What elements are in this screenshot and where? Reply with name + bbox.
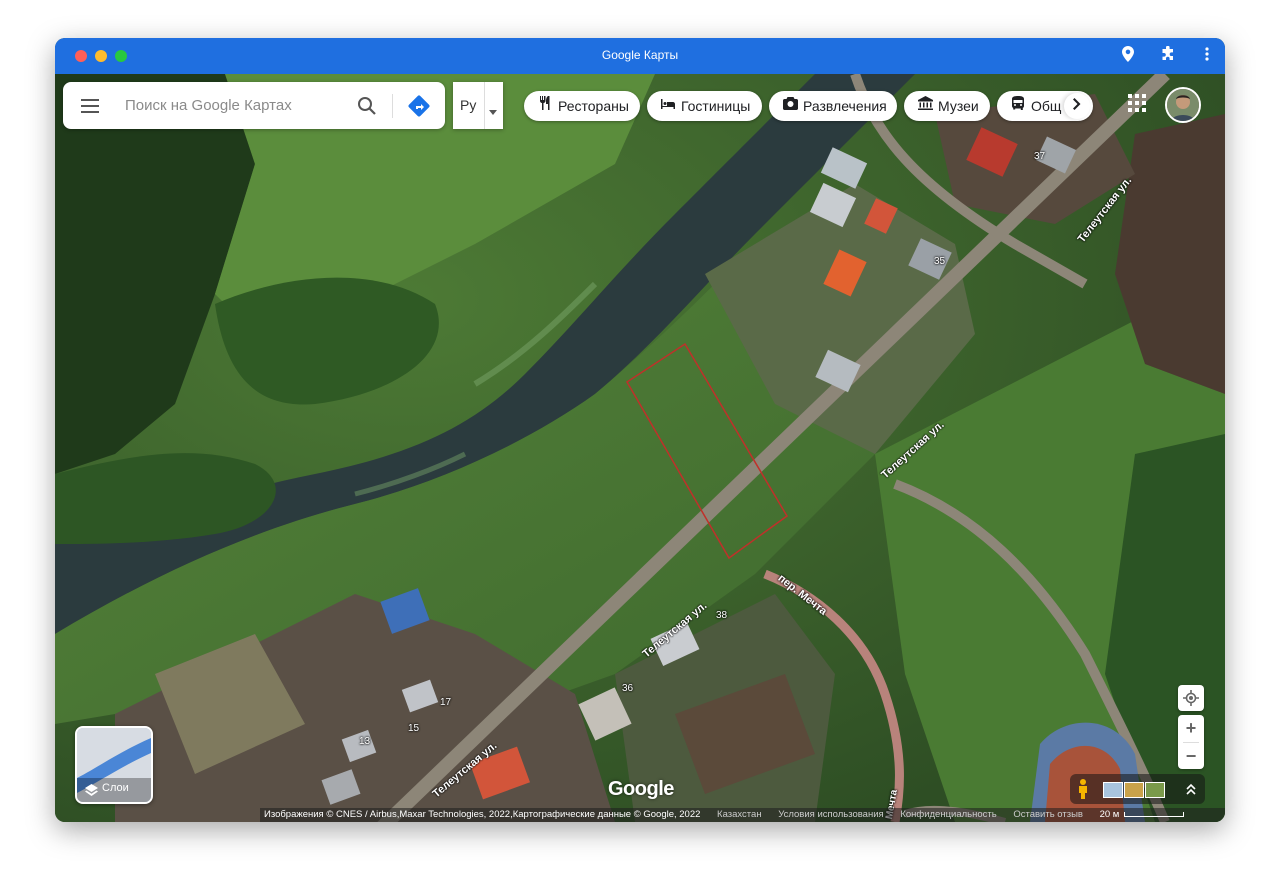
museum-icon [916, 91, 934, 121]
transit-icon [1009, 91, 1027, 121]
scale-label[interactable]: 20 м [1100, 809, 1120, 820]
map-pin-icon[interactable] [1118, 46, 1138, 66]
search-box[interactable]: Поиск на Google Картах [63, 82, 445, 129]
chip-hotels[interactable]: Гостиницы [647, 91, 762, 121]
chip-label: Общ [1031, 98, 1062, 114]
camera-icon [781, 91, 799, 121]
feedback-link[interactable]: Оставить отзыв [1013, 809, 1083, 820]
satellite-map[interactable]: Телеутская ул. Телеутская ул. Телеутская… [55, 74, 1225, 822]
my-location-button[interactable] [1178, 685, 1204, 711]
zoom-in-button[interactable]: + [1178, 715, 1204, 742]
expand-up-icon[interactable] [1186, 782, 1196, 801]
language-selector[interactable]: Ру [453, 82, 503, 129]
chip-entertainment[interactable]: Развлечения [769, 91, 897, 121]
fork-knife-icon [536, 91, 554, 121]
kebab-menu-icon[interactable] [1197, 46, 1217, 66]
house-number: 15 [408, 723, 420, 734]
crosshair-icon [1183, 690, 1199, 706]
layers-label: Слои [102, 782, 129, 794]
browser-window: Google Карты Телеутская ул. Телеутская у… [55, 38, 1225, 822]
bed-icon [659, 91, 677, 121]
chip-label: Гостиницы [681, 98, 751, 114]
directions-icon[interactable] [407, 94, 431, 118]
house-number: 36 [622, 683, 634, 694]
chips-next-button[interactable] [1064, 93, 1090, 119]
zoom-out-button[interactable]: − [1178, 743, 1204, 769]
attribution-bar: Изображения © CNES / Airbus,Maxar Techno… [260, 808, 1225, 822]
caret-down-icon[interactable] [489, 102, 497, 120]
imagery-attribution: Изображения © CNES / Airbus,Maxar Techno… [264, 809, 701, 820]
title-bar: Google Карты [55, 38, 1225, 74]
language-label: Ру [460, 97, 477, 113]
chip-label: Развлечения [803, 98, 887, 114]
chip-label: Музеи [938, 98, 979, 114]
apps-grid-icon[interactable] [1128, 94, 1148, 114]
house-number: 38 [716, 610, 728, 621]
chip-label: Рестораны [558, 98, 629, 114]
zoom-controls: + − [1178, 715, 1204, 769]
menu-icon[interactable] [81, 98, 101, 114]
language-dropdown-divider [484, 82, 485, 129]
chip-restaurants[interactable]: Рестораны [524, 91, 640, 121]
terms-link[interactable]: Условия использования [778, 809, 883, 820]
chevron-right-icon [1073, 98, 1081, 110]
street-view-thumbnail-1[interactable] [1103, 782, 1123, 798]
window-title: Google Карты [601, 48, 679, 62]
house-number: 13 [359, 736, 371, 747]
country-link[interactable]: Казахстан [717, 809, 762, 820]
chip-museums[interactable]: Музеи [904, 91, 990, 121]
street-view-bar [1070, 774, 1205, 804]
house-number: 17 [440, 697, 452, 708]
house-number: 37 [1034, 151, 1046, 162]
layers-button[interactable]: Слои [75, 726, 153, 804]
pegman-icon[interactable] [1078, 779, 1088, 804]
street-view-thumbnail-2[interactable] [1124, 782, 1144, 798]
privacy-link[interactable]: Конфиденциальность [900, 809, 996, 820]
account-avatar[interactable] [1165, 87, 1201, 123]
search-icon[interactable] [357, 96, 377, 116]
house-number: 35 [934, 256, 946, 267]
google-logo: Google [608, 778, 674, 800]
satellite-imagery [55, 74, 1225, 822]
puzzle-icon[interactable] [1158, 45, 1178, 66]
street-view-thumbnail-3[interactable] [1145, 782, 1165, 798]
search-input[interactable]: Поиск на Google Картах [125, 97, 292, 114]
layers-icon [85, 783, 98, 801]
search-divider [392, 94, 393, 118]
scale-bar [1123, 811, 1184, 817]
